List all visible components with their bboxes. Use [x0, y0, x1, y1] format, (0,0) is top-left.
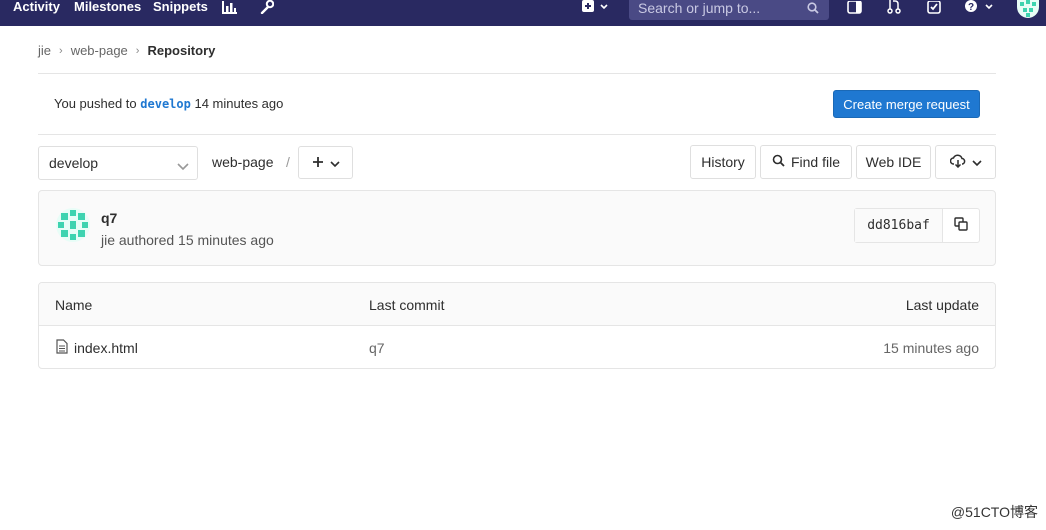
divider	[38, 73, 996, 74]
file-last-update: 15 minutes ago	[883, 340, 979, 356]
path-root-link[interactable]: web-page	[212, 154, 274, 170]
commit-title-link[interactable]: q7	[101, 210, 117, 226]
file-last-commit-link[interactable]: q7	[369, 340, 385, 356]
column-header-last-update: Last update	[905, 297, 979, 313]
file-tree-table: Name Last commit Last update index.html …	[38, 282, 996, 369]
wrench-icon[interactable]	[259, 0, 275, 14]
add-to-tree-dropdown[interactable]	[298, 146, 353, 179]
chevron-down-icon	[329, 155, 340, 171]
divider	[38, 134, 996, 135]
column-header-name: Name	[55, 297, 93, 313]
commit-sha-group: dd816baf	[854, 208, 980, 243]
chevron-down-icon	[971, 154, 982, 170]
download-cloud-icon	[949, 153, 966, 171]
sidebar-icon[interactable]	[846, 0, 862, 14]
author-avatar[interactable]	[56, 208, 90, 242]
push-prefix: You pushed to	[54, 96, 137, 111]
nav-snippets[interactable]: Snippets	[153, 0, 208, 14]
search-box[interactable]	[629, 0, 829, 20]
nav-activity[interactable]: Activity	[13, 0, 60, 14]
breadcrumb-current[interactable]: Repository	[147, 43, 215, 58]
nav-milestones[interactable]: Milestones	[74, 0, 141, 14]
file-text-icon	[56, 339, 68, 357]
plus-icon	[312, 155, 324, 171]
pushed-branch-link[interactable]: develop	[140, 97, 191, 111]
branch-dropdown-label: develop	[49, 155, 99, 171]
create-merge-request-button[interactable]: Create merge request	[833, 90, 980, 118]
file-name: index.html	[74, 340, 138, 356]
branch-dropdown[interactable]: develop	[38, 146, 198, 180]
last-commit-panel: q7 jie authored 15 minutes ago dd816baf	[38, 190, 996, 266]
chevron-right-icon: ›	[135, 44, 140, 57]
find-file-button[interactable]: Find file	[760, 145, 852, 179]
todo-icon[interactable]	[926, 0, 942, 14]
merge-request-icon[interactable]	[886, 0, 902, 14]
breadcrumb-item-project[interactable]: web-page	[71, 43, 128, 58]
download-dropdown[interactable]	[935, 145, 996, 179]
copy-icon	[954, 217, 968, 234]
history-button[interactable]: History	[690, 145, 756, 179]
column-header-last-commit: Last commit	[369, 297, 445, 313]
file-link[interactable]: index.html	[56, 339, 138, 357]
copy-sha-button[interactable]	[943, 209, 979, 242]
search-input[interactable]	[638, 0, 798, 16]
chevron-down-icon	[177, 158, 189, 174]
chevron-right-icon: ›	[59, 44, 63, 57]
breadcrumb: jie › web-page › Repository	[38, 43, 215, 58]
search-icon	[807, 1, 819, 17]
user-avatar[interactable]	[1017, 0, 1039, 18]
commit-author-meta: jie authored 15 minutes ago	[101, 232, 274, 248]
watermark: @51CTO博客	[950, 504, 1038, 520]
top-navbar: Activity Milestones Snippets ?	[0, 0, 1046, 26]
chart-icon[interactable]	[221, 0, 237, 14]
path-separator: /	[286, 154, 290, 170]
table-header: Name Last commit Last update	[39, 283, 995, 326]
find-file-label: Find file	[790, 154, 841, 170]
search-icon	[772, 154, 785, 170]
svg-text:?: ?	[968, 2, 974, 13]
commit-sha[interactable]: dd816baf	[855, 209, 943, 242]
push-notice: You pushed to develop 14 minutes ago	[54, 96, 283, 111]
web-ide-button[interactable]: Web IDE	[856, 145, 931, 179]
breadcrumb-item-namespace[interactable]: jie	[38, 43, 51, 58]
help-icon[interactable]: ?	[963, 0, 997, 14]
push-time: 14 minutes ago	[194, 96, 284, 111]
plus-square-icon[interactable]	[581, 0, 611, 14]
